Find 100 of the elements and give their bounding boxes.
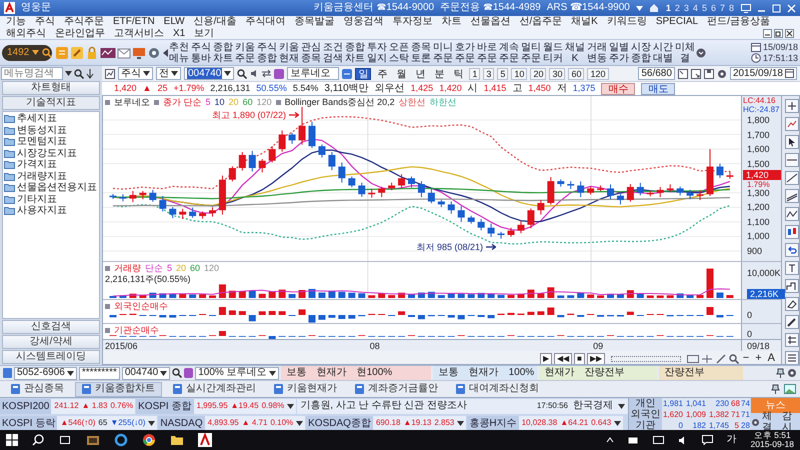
toolbar-button[interactable]: 종합차트 [212, 40, 234, 64]
menu-item[interactable]: SPECIAL [656, 16, 698, 28]
menu-item[interactable]: 종목발굴 [294, 16, 334, 28]
indicator-folder[interactable]: 가격지표 [17, 159, 57, 170]
toolbar-button[interactable]: 미체결 [674, 40, 696, 64]
menu-item[interactable]: 보기 [194, 28, 214, 39]
account-combo[interactable]: 5052-6906 [14, 366, 77, 380]
menu-item[interactable]: 키워드링 [606, 16, 647, 28]
zoom-button[interactable]: + [753, 352, 764, 364]
toolbar-button[interactable]: 거래변동 [586, 40, 608, 64]
interval-button[interactable]: 3 [483, 68, 494, 80]
screen-number-tab[interactable]: 7 [718, 2, 726, 14]
date-field[interactable]: 2015/09/18 [730, 67, 797, 80]
zoom-button[interactable]: − [740, 352, 752, 364]
indicator-folder[interactable]: 모멘텀지표 [17, 136, 67, 148]
toolbar-button[interactable]: 주식종합 [256, 40, 278, 64]
toolbar-button[interactable]: 키움현재 [278, 40, 300, 64]
menu-item[interactable]: 기능 [6, 16, 26, 28]
menu-item[interactable]: 펀드/금융상품 [707, 16, 770, 28]
screen-number-tab[interactable]: 2 [674, 2, 681, 14]
playback-button[interactable]: ▶ [540, 352, 552, 364]
menu-item[interactable]: X1 [173, 28, 186, 39]
window-tab[interactable]: 실시간계좌관리 [166, 382, 263, 396]
screen-number-tab[interactable]: 8 [728, 2, 735, 14]
market-combo[interactable]: 주식 [118, 67, 153, 80]
index-name[interactable]: KOSPI200 [0, 398, 52, 414]
period-tab[interactable]: 분 [431, 68, 448, 80]
side-menu-button[interactable]: 시스템트레이딩 [2, 350, 100, 364]
stock-code-combo[interactable]: 1492 [2, 44, 52, 60]
indicator-folder[interactable]: 변동성지표 [17, 124, 67, 136]
stock-name-field[interactable]: 보루네오 [287, 67, 340, 80]
menu-item[interactable]: 투자정보 [392, 16, 432, 28]
index-name[interactable]: KOSPI 종합 [136, 398, 194, 414]
count-field[interactable]: 56/680 [638, 67, 675, 80]
input-method-indicator[interactable]: 가 [726, 434, 737, 446]
screen-number-tab[interactable]: 1 [664, 2, 672, 14]
menu-item[interactable]: 해외주식 [6, 28, 46, 39]
window-tab[interactable]: 계좌증거금률안 [348, 382, 445, 396]
toolbar-button[interactable]: 미니주문 [432, 40, 454, 64]
toolbar-button[interactable]: 키움주문 [234, 40, 256, 64]
menu-item[interactable]: 주식 [35, 16, 55, 28]
toolbar-button[interactable]: 시간대별 [652, 40, 674, 64]
sell-button[interactable]: 매도 [641, 82, 676, 94]
toolbar-button[interactable]: 월드티커 [542, 40, 564, 64]
indicator-folder[interactable]: 사용자지표 [17, 205, 67, 216]
menu-item[interactable]: 영웅검색 [343, 16, 384, 28]
screen-number-tab[interactable]: 5 [700, 2, 708, 14]
menu-item[interactable]: ELW [164, 16, 185, 28]
toolbar-button[interactable]: 주식통바 [190, 40, 212, 64]
interval-button[interactable]: 120 [587, 68, 609, 80]
toolbar-button[interactable]: 호가주문 [454, 40, 476, 64]
toolbar-button[interactable]: 일별주가 [608, 40, 630, 64]
menu-item[interactable]: 고객서비스 [114, 28, 164, 39]
news-headline[interactable]: 기흥원, 사고 난 수류탄 신관 전량조사 [300, 400, 467, 412]
menu-item[interactable]: 온라인업무 [55, 28, 105, 39]
screen-number-tab[interactable]: 3 [682, 2, 690, 14]
chart-type-button[interactable]: 차트형태 [2, 81, 100, 95]
toolbar-button[interactable]: 계속주문 [498, 40, 520, 64]
period-tab[interactable]: 월 [393, 68, 410, 80]
interval-button[interactable]: 5 [497, 68, 508, 80]
menu-item[interactable]: 선/옵주문 [519, 16, 562, 28]
menu-item[interactable]: 신용/대출 [194, 16, 236, 28]
menu-search-field[interactable]: 메뉴명검색 [1, 67, 63, 80]
buy-button[interactable]: 매수 [601, 82, 636, 94]
toolbar-button[interactable]: 채널K [564, 40, 586, 64]
toolbar-button[interactable]: 종목토론 [410, 40, 432, 64]
interval-button[interactable]: 10 [511, 68, 528, 80]
toolbar-button[interactable]: 투자일지 [366, 40, 388, 64]
side-menu-button[interactable]: 신호검색 [2, 320, 100, 334]
clock-time[interactable]: 오후 5:51 [754, 431, 791, 440]
menu-item[interactable]: 주식대여 [245, 16, 286, 28]
password-field[interactable]: ********* [78, 366, 120, 380]
clock-date[interactable]: 2015-09-18 [750, 440, 794, 449]
indicator-folder[interactable]: 추세지표 [17, 113, 57, 124]
toolbar-button[interactable]: 추천메뉴 [168, 40, 190, 64]
window-tab[interactable]: 키움종합차트 [75, 382, 162, 396]
stock-code-combo[interactable]: 004740 [122, 366, 170, 380]
playback-button[interactable]: ◀◀ [554, 352, 572, 364]
menu-item[interactable]: 선물옵션 [470, 16, 510, 28]
toolbar-button[interactable]: 오픈스탁 [388, 40, 410, 64]
side-menu-button[interactable]: 강세/약세 [2, 335, 100, 349]
window-tab[interactable]: 대여계좌신청회 [449, 382, 546, 396]
zoom-button[interactable]: A [766, 352, 777, 364]
stock-code-field[interactable]: 004740 [184, 67, 234, 80]
indicator-folder[interactable]: 기타지표 [17, 194, 57, 205]
interval-button[interactable]: 20 [530, 68, 546, 80]
interval-button[interactable]: 30 [549, 68, 566, 80]
scope-combo[interactable]: 전 [156, 67, 181, 80]
indicator-folder[interactable]: 선물옵션전용지표 [17, 182, 97, 194]
indicator-folder[interactable]: 거래량지표 [17, 170, 67, 182]
toolbar-button[interactable]: 관심종목 [300, 40, 322, 64]
index-name[interactable]: 홍콩H지수 [467, 416, 519, 430]
screen-number-tab[interactable]: 4 [692, 2, 699, 14]
playback-button[interactable]: ■ [574, 352, 585, 364]
menu-item[interactable]: ETF/ETN [113, 16, 155, 28]
index-name[interactable]: KOSPI 등락 [0, 416, 58, 430]
period-tab[interactable]: 년 [412, 68, 428, 80]
index-name[interactable]: NASDAQ [158, 416, 205, 430]
toolbar-button[interactable]: 조건검색 [322, 40, 344, 64]
indicator-folder[interactable]: 시장강도지표 [17, 148, 77, 159]
